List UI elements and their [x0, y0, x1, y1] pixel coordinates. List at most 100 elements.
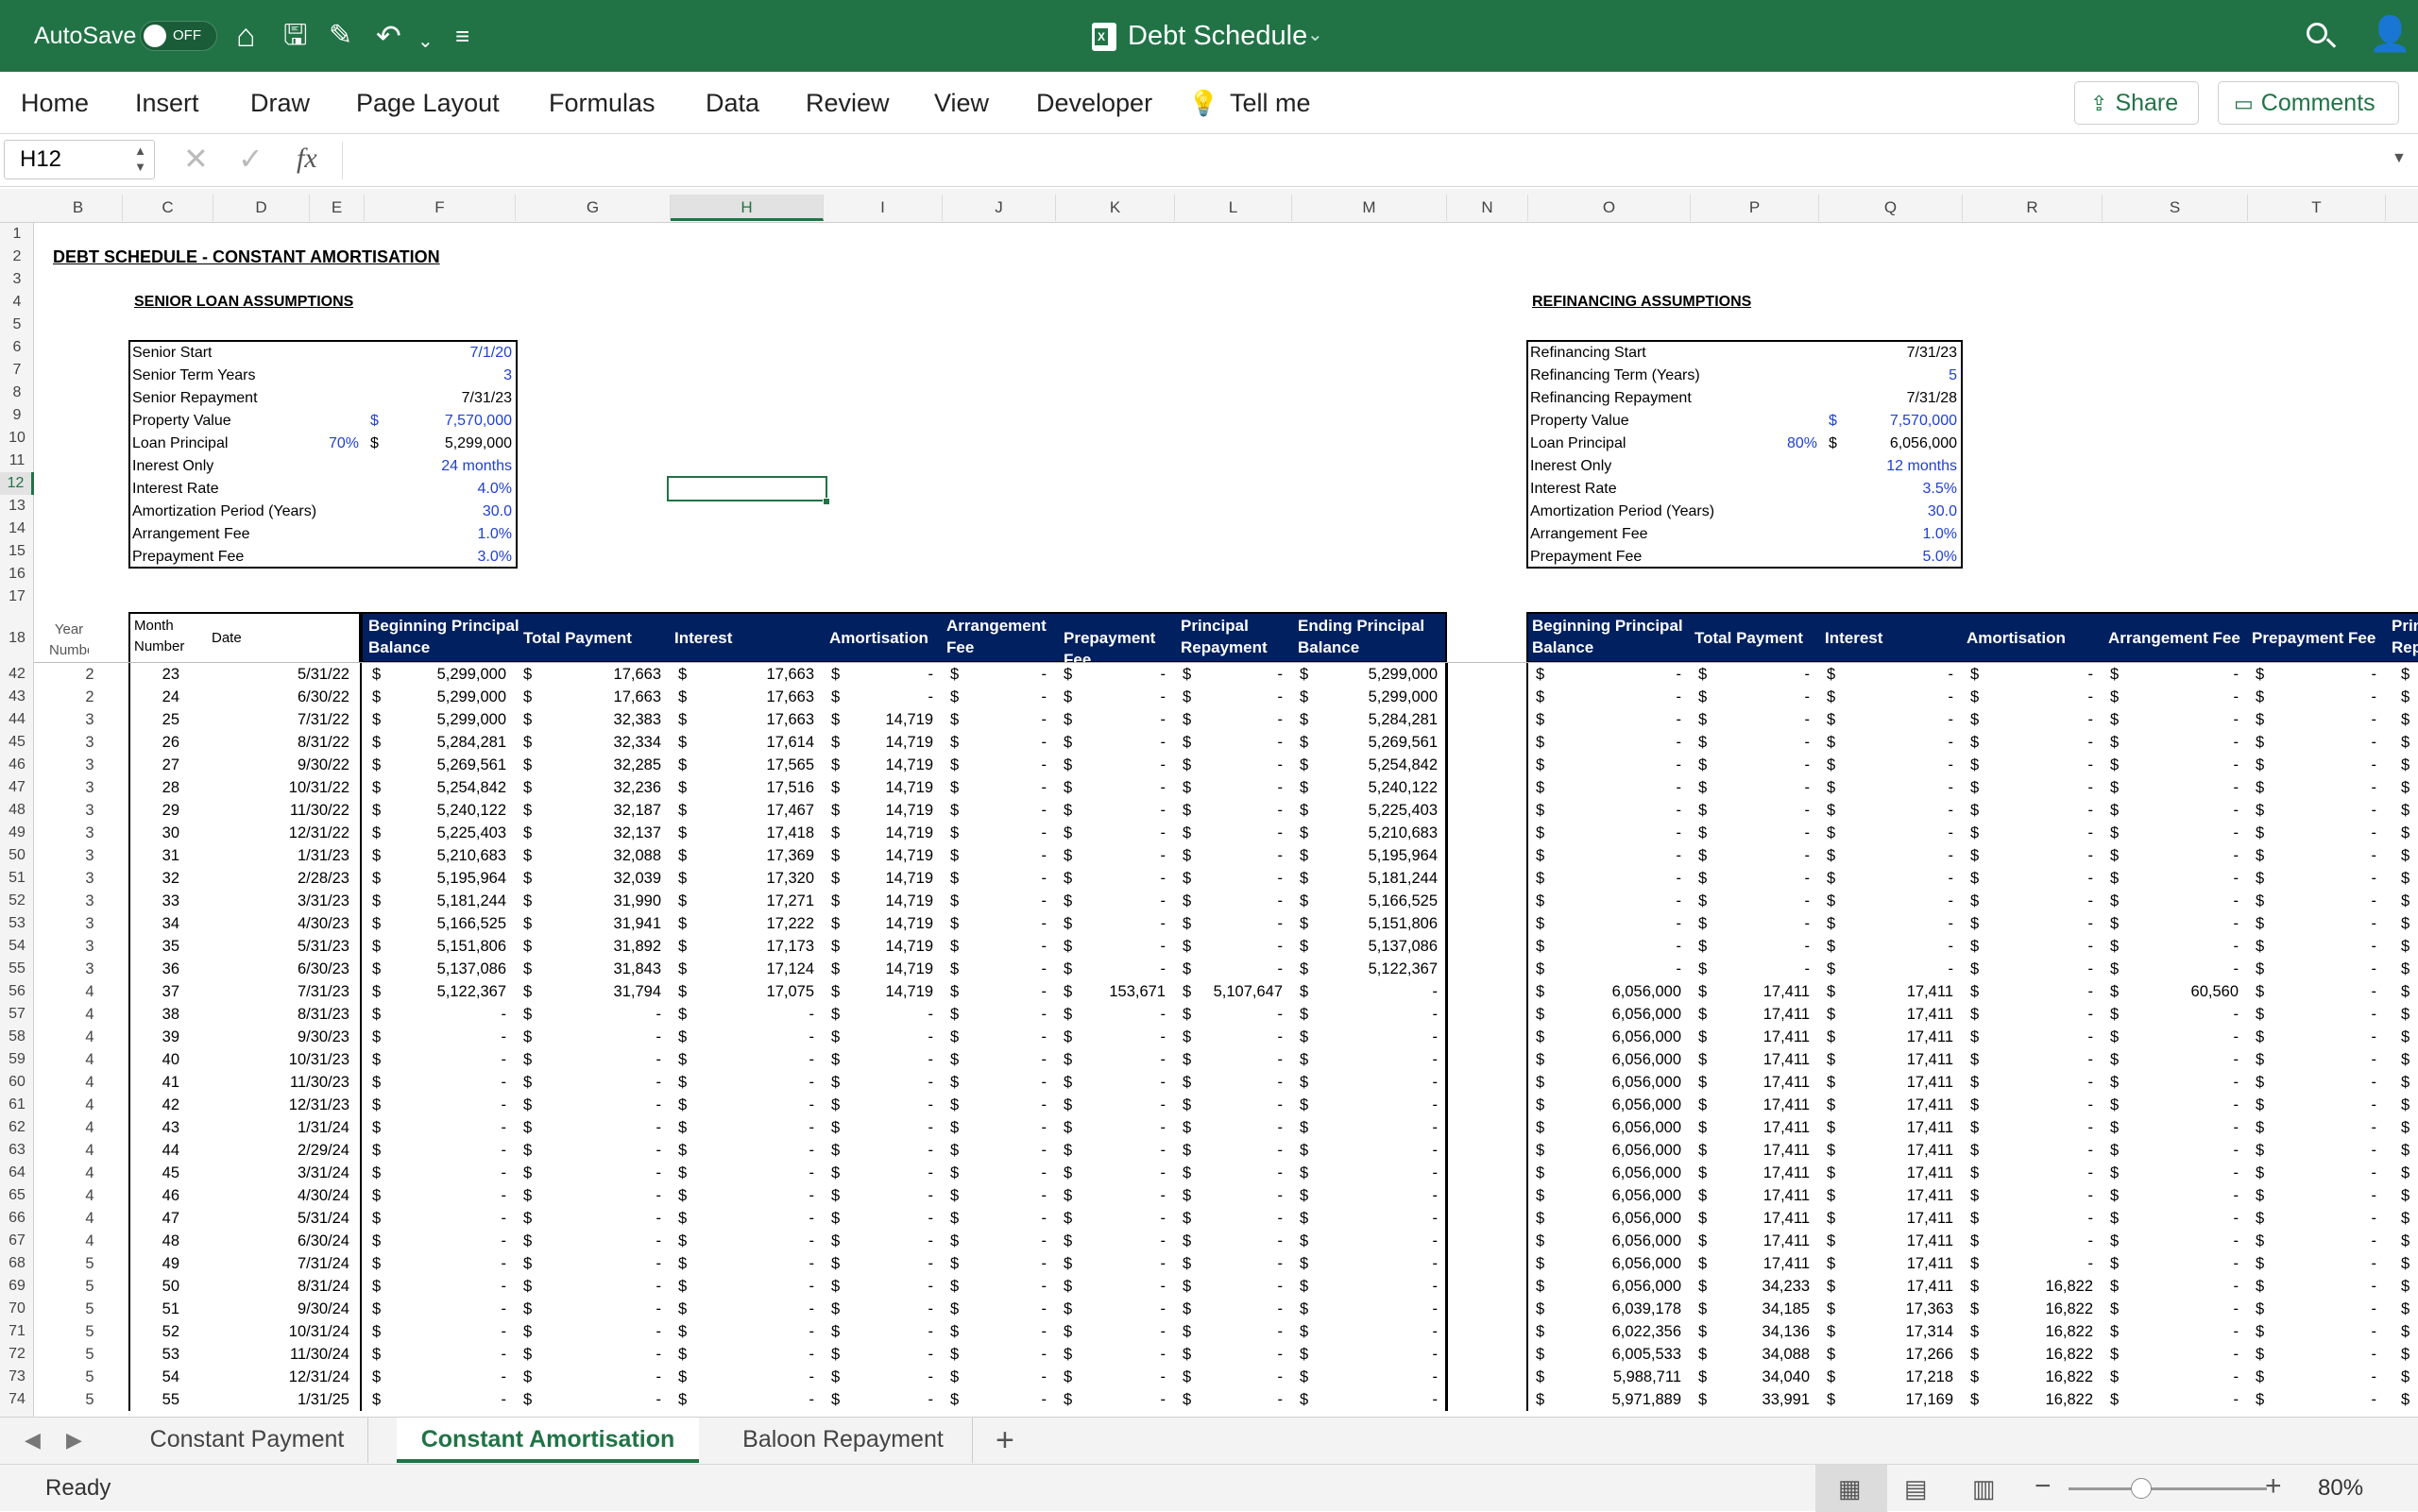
- refi-value[interactable]: -: [2121, 1094, 2239, 1116]
- refi-value[interactable]: 17,411: [1710, 1003, 1810, 1026]
- senior-value[interactable]: 17,565: [690, 754, 814, 776]
- senior-value[interactable]: -: [843, 1094, 934, 1116]
- senior-value[interactable]: -: [535, 1207, 662, 1230]
- senior-value[interactable]: -: [690, 1343, 815, 1366]
- senior-value[interactable]: -: [535, 1116, 662, 1139]
- senior-value[interactable]: -: [1075, 890, 1166, 912]
- senior-value[interactable]: -: [1311, 1207, 1439, 1230]
- senior-value[interactable]: -: [690, 1116, 815, 1139]
- senior-value[interactable]: 32,285: [535, 754, 661, 776]
- senior-value[interactable]: 30.0: [366, 501, 512, 523]
- row-header-63[interactable]: 63: [0, 1139, 34, 1162]
- refi-value[interactable]: -: [2121, 663, 2239, 686]
- sheet-tab-baloon-repayment[interactable]: Baloon Repayment: [714, 1418, 973, 1463]
- refi-value[interactable]: -: [2267, 935, 2377, 958]
- refi-value[interactable]: -: [2267, 958, 2377, 980]
- senior-value[interactable]: -: [535, 1003, 662, 1026]
- tab-view[interactable]: View: [934, 72, 989, 134]
- refi-value[interactable]: 17,266: [1838, 1343, 1953, 1366]
- senior-value[interactable]: -: [690, 1388, 815, 1411]
- senior-value[interactable]: -: [962, 980, 1047, 1003]
- row-header-5[interactable]: 5: [0, 314, 34, 336]
- senior-value[interactable]: -: [1194, 686, 1284, 708]
- senior-value[interactable]: -: [1311, 1388, 1439, 1411]
- refi-value[interactable]: -: [2267, 1048, 2377, 1071]
- senior-value[interactable]: -: [962, 799, 1047, 822]
- senior-value[interactable]: -: [1311, 980, 1439, 1003]
- refi-value[interactable]: -: [1710, 754, 1811, 776]
- senior-value[interactable]: -: [690, 1252, 815, 1275]
- senior-value[interactable]: 5,107,647: [1194, 980, 1283, 1003]
- refi-value[interactable]: -: [2267, 1139, 2377, 1162]
- senior-value[interactable]: -: [1075, 1343, 1166, 1366]
- row-header-44[interactable]: 44: [0, 708, 34, 731]
- refi-value[interactable]: 34,233: [1710, 1275, 1810, 1298]
- senior-value[interactable]: -: [962, 958, 1047, 980]
- senior-value[interactable]: -: [843, 663, 934, 686]
- refi-value[interactable]: 17,411: [1838, 1207, 1953, 1230]
- row-header-11[interactable]: 11: [0, 450, 34, 472]
- refi-value[interactable]: -: [2121, 1071, 2239, 1094]
- senior-value[interactable]: 5,299,000: [383, 663, 506, 686]
- refi-value[interactable]: 17,411: [1710, 1207, 1810, 1230]
- refi-value[interactable]: 34,136: [1710, 1320, 1810, 1343]
- senior-value[interactable]: 17,663: [690, 686, 814, 708]
- normal-view-button[interactable]: ▦: [1815, 1465, 1887, 1512]
- senior-value[interactable]: 14,719: [843, 844, 933, 867]
- senior-value[interactable]: -: [843, 1366, 934, 1388]
- refi-value[interactable]: -: [2267, 799, 2377, 822]
- refi-value[interactable]: -: [2267, 1252, 2377, 1275]
- refi-value[interactable]: 17,363: [1838, 1298, 1953, 1320]
- refi-value[interactable]: 34,088: [1710, 1343, 1810, 1366]
- senior-value[interactable]: -: [1311, 1252, 1439, 1275]
- refi-value[interactable]: -: [2267, 912, 2377, 935]
- row-header-10[interactable]: 10: [0, 427, 34, 450]
- refi-value[interactable]: -: [2267, 844, 2377, 867]
- senior-value[interactable]: 5,299,000: [383, 708, 506, 731]
- refi-value[interactable]: -: [2121, 912, 2239, 935]
- row-header-18[interactable]: 18: [0, 627, 34, 650]
- senior-value[interactable]: -: [1194, 935, 1284, 958]
- refi-value[interactable]: 17,411: [1838, 1230, 1953, 1252]
- row-header-17[interactable]: 17: [0, 586, 34, 608]
- senior-value[interactable]: 5,122,367: [1311, 958, 1438, 980]
- refi-value[interactable]: -: [1838, 822, 1954, 844]
- senior-value[interactable]: -: [843, 1003, 934, 1026]
- zoom-level[interactable]: 80%: [2318, 1474, 2363, 1503]
- senior-value[interactable]: -: [962, 1026, 1047, 1048]
- refi-value[interactable]: -: [1982, 935, 2094, 958]
- senior-value[interactable]: -: [962, 1116, 1047, 1139]
- senior-value[interactable]: -: [383, 1139, 507, 1162]
- senior-value[interactable]: -: [962, 708, 1047, 731]
- senior-value[interactable]: -: [962, 1162, 1047, 1184]
- refi-value[interactable]: -: [2121, 754, 2239, 776]
- senior-value[interactable]: 14,719: [843, 754, 933, 776]
- row-header-15[interactable]: 15: [0, 540, 34, 563]
- row-header-43[interactable]: 43: [0, 686, 34, 708]
- formula-input[interactable]: [342, 142, 2373, 179]
- senior-value[interactable]: 17,369: [690, 844, 814, 867]
- senior-value[interactable]: -: [1194, 1003, 1284, 1026]
- senior-value[interactable]: -: [383, 1071, 507, 1094]
- senior-value[interactable]: -: [690, 1003, 815, 1026]
- senior-value[interactable]: -: [1311, 1366, 1439, 1388]
- refi-value[interactable]: 17,411: [1838, 1048, 1953, 1071]
- senior-value[interactable]: -: [383, 1048, 507, 1071]
- senior-value[interactable]: -: [962, 1230, 1047, 1252]
- senior-value[interactable]: -: [1075, 1320, 1166, 1343]
- senior-value[interactable]: -: [535, 1184, 662, 1207]
- name-box[interactable]: H12 ▲ ▼: [4, 140, 155, 179]
- refi-value[interactable]: -: [2267, 1207, 2377, 1230]
- row-header-46[interactable]: 46: [0, 754, 34, 776]
- refi-value[interactable]: -: [2267, 822, 2377, 844]
- tab-data[interactable]: Data: [706, 72, 759, 134]
- refi-value[interactable]: -: [2121, 935, 2239, 958]
- senior-value[interactable]: -: [1194, 1252, 1284, 1275]
- senior-value[interactable]: -: [1311, 1184, 1439, 1207]
- zoom-slider-thumb[interactable]: [2131, 1478, 2152, 1499]
- refi-value[interactable]: 6,056,000: [1547, 1071, 1681, 1094]
- senior-value[interactable]: -: [962, 1071, 1047, 1094]
- refi-value[interactable]: 17,218: [1838, 1366, 1953, 1388]
- refi-value[interactable]: -: [1710, 686, 1811, 708]
- refi-value[interactable]: -: [2121, 890, 2239, 912]
